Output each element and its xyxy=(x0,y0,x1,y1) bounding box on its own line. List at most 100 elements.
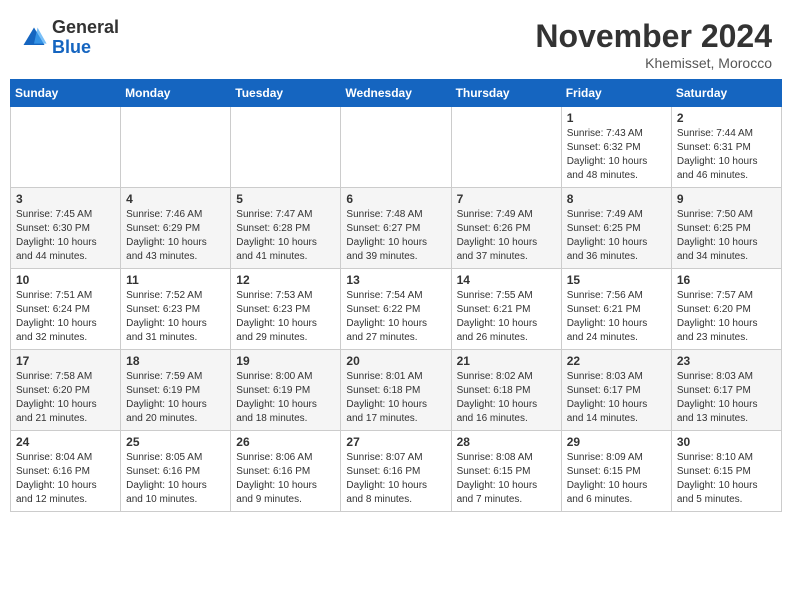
day-number: 21 xyxy=(457,354,556,368)
day-number: 24 xyxy=(16,435,115,449)
calendar-cell xyxy=(231,107,341,188)
page-header: General Blue November 2024 Khemisset, Mo… xyxy=(10,10,782,75)
calendar-cell: 30 Sunrise: 8:10 AMSunset: 6:15 PMDayligh… xyxy=(671,431,781,512)
calendar-week-row: 1 Sunrise: 7:43 AMSunset: 6:32 PMDaylight… xyxy=(11,107,782,188)
calendar-cell: 23 Sunrise: 8:03 AMSunset: 6:17 PMDayligh… xyxy=(671,350,781,431)
calendar-cell: 7 Sunrise: 7:49 AMSunset: 6:26 PMDaylight… xyxy=(451,188,561,269)
day-number: 12 xyxy=(236,273,335,287)
weekday-header: Saturday xyxy=(671,80,781,107)
day-number: 3 xyxy=(16,192,115,206)
calendar-cell: 28 Sunrise: 8:08 AMSunset: 6:15 PMDayligh… xyxy=(451,431,561,512)
day-info: Sunrise: 7:50 AMSunset: 6:25 PMDaylight:… xyxy=(677,208,776,264)
calendar-cell xyxy=(341,107,451,188)
weekday-header: Friday xyxy=(561,80,671,107)
day-info: Sunrise: 8:08 AMSunset: 6:15 PMDaylight:… xyxy=(457,451,556,507)
calendar-cell: 25 Sunrise: 8:05 AMSunset: 6:16 PMDayligh… xyxy=(121,431,231,512)
calendar-week-row: 17 Sunrise: 7:58 AMSunset: 6:20 PMDayligh… xyxy=(11,350,782,431)
calendar-cell: 16Sunrise: 7:57 AMSunset: 6:20 PMDayligh… xyxy=(671,269,781,350)
calendar-cell: 19Sunrise: 8:00 AMSunset: 6:19 PMDayligh… xyxy=(231,350,341,431)
day-number: 23 xyxy=(677,354,776,368)
day-info: Sunrise: 8:05 AMSunset: 6:16 PMDaylight:… xyxy=(126,451,225,507)
day-info: Sunrise: 7:53 AMSunset: 6:23 PMDaylight:… xyxy=(236,289,335,345)
day-number: 14 xyxy=(457,273,556,287)
day-info: Sunrise: 7:54 AMSunset: 6:22 PMDaylight:… xyxy=(346,289,445,345)
weekday-header: Sunday xyxy=(11,80,121,107)
day-number: 7 xyxy=(457,192,556,206)
calendar-week-row: 24 Sunrise: 8:04 AMSunset: 6:16 PMDayligh… xyxy=(11,431,782,512)
month-title: November 2024 xyxy=(535,18,772,55)
day-number: 2 xyxy=(677,111,776,125)
day-number: 20 xyxy=(346,354,445,368)
day-info: Sunrise: 7:49 AMSunset: 6:25 PMDaylight:… xyxy=(567,208,666,264)
day-number: 13 xyxy=(346,273,445,287)
calendar-cell: 24 Sunrise: 8:04 AMSunset: 6:16 PMDayligh… xyxy=(11,431,121,512)
calendar-cell: 22Sunrise: 8:03 AMSunset: 6:17 PMDayligh… xyxy=(561,350,671,431)
day-info: Sunrise: 7:48 AMSunset: 6:27 PMDaylight:… xyxy=(346,208,445,264)
day-number: 29 xyxy=(567,435,666,449)
calendar-cell: 4Sunrise: 7:46 AMSunset: 6:29 PMDaylight… xyxy=(121,188,231,269)
day-info: Sunrise: 8:00 AMSunset: 6:19 PMDaylight:… xyxy=(236,370,335,426)
day-info: Sunrise: 7:59 AMSunset: 6:19 PMDaylight:… xyxy=(126,370,225,426)
calendar-cell xyxy=(121,107,231,188)
day-number: 27 xyxy=(346,435,445,449)
calendar-cell: 9 Sunrise: 7:50 AMSunset: 6:25 PMDaylight… xyxy=(671,188,781,269)
day-number: 17 xyxy=(16,354,115,368)
day-info: Sunrise: 8:01 AMSunset: 6:18 PMDaylight:… xyxy=(346,370,445,426)
day-number: 5 xyxy=(236,192,335,206)
weekday-header: Wednesday xyxy=(341,80,451,107)
calendar-cell: 27 Sunrise: 8:07 AMSunset: 6:16 PMDayligh… xyxy=(341,431,451,512)
calendar-cell: 5 Sunrise: 7:47 AMSunset: 6:28 PMDaylight… xyxy=(231,188,341,269)
day-info: Sunrise: 7:46 AMSunset: 6:29 PMDaylight:… xyxy=(126,208,225,264)
day-info: Sunrise: 7:44 AMSunset: 6:31 PMDaylight:… xyxy=(677,127,776,183)
day-number: 18 xyxy=(126,354,225,368)
calendar-cell: 2 Sunrise: 7:44 AMSunset: 6:31 PMDaylight… xyxy=(671,107,781,188)
calendar-cell xyxy=(11,107,121,188)
day-number: 6 xyxy=(346,192,445,206)
calendar-cell: 20 Sunrise: 8:01 AMSunset: 6:18 PMDayligh… xyxy=(341,350,451,431)
weekday-header: Monday xyxy=(121,80,231,107)
day-number: 10 xyxy=(16,273,115,287)
calendar-cell: 11Sunrise: 7:52 AMSunset: 6:23 PMDayligh… xyxy=(121,269,231,350)
day-number: 28 xyxy=(457,435,556,449)
day-info: Sunrise: 8:03 AMSunset: 6:17 PMDaylight:… xyxy=(677,370,776,426)
day-number: 15 xyxy=(567,273,666,287)
logo-text: General Blue xyxy=(52,18,119,58)
calendar-cell: 18 Sunrise: 7:59 AMSunset: 6:19 PMDayligh… xyxy=(121,350,231,431)
day-info: Sunrise: 8:10 AMSunset: 6:15 PMDaylight:… xyxy=(677,451,776,507)
day-number: 11 xyxy=(126,273,225,287)
calendar-table: SundayMondayTuesdayWednesdayThursdayFrid… xyxy=(10,79,782,512)
day-info: Sunrise: 7:49 AMSunset: 6:26 PMDaylight:… xyxy=(457,208,556,264)
day-number: 30 xyxy=(677,435,776,449)
calendar-cell: 10 Sunrise: 7:51 AMSunset: 6:24 PMDayligh… xyxy=(11,269,121,350)
day-info: Sunrise: 8:09 AMSunset: 6:15 PMDaylight:… xyxy=(567,451,666,507)
day-info: Sunrise: 8:07 AMSunset: 6:16 PMDaylight:… xyxy=(346,451,445,507)
calendar-cell: 1 Sunrise: 7:43 AMSunset: 6:32 PMDaylight… xyxy=(561,107,671,188)
calendar-cell: 13 Sunrise: 7:54 AMSunset: 6:22 PMDayligh… xyxy=(341,269,451,350)
calendar-cell: 6 Sunrise: 7:48 AMSunset: 6:27 PMDaylight… xyxy=(341,188,451,269)
day-number: 8 xyxy=(567,192,666,206)
calendar-cell: 17 Sunrise: 7:58 AMSunset: 6:20 PMDayligh… xyxy=(11,350,121,431)
calendar-week-row: 10 Sunrise: 7:51 AMSunset: 6:24 PMDayligh… xyxy=(11,269,782,350)
day-number: 25 xyxy=(126,435,225,449)
calendar-cell: 26 Sunrise: 8:06 AMSunset: 6:16 PMDayligh… xyxy=(231,431,341,512)
day-info: Sunrise: 8:02 AMSunset: 6:18 PMDaylight:… xyxy=(457,370,556,426)
calendar-cell: 15 Sunrise: 7:56 AMSunset: 6:21 PMDayligh… xyxy=(561,269,671,350)
day-info: Sunrise: 7:56 AMSunset: 6:21 PMDaylight:… xyxy=(567,289,666,345)
calendar-header-row: SundayMondayTuesdayWednesdayThursdayFrid… xyxy=(11,80,782,107)
day-info: Sunrise: 7:58 AMSunset: 6:20 PMDaylight:… xyxy=(16,370,115,426)
day-info: Sunrise: 7:55 AMSunset: 6:21 PMDaylight:… xyxy=(457,289,556,345)
day-number: 1 xyxy=(567,111,666,125)
day-number: 26 xyxy=(236,435,335,449)
title-block: November 2024 Khemisset, Morocco xyxy=(535,18,772,71)
calendar-week-row: 3 Sunrise: 7:45 AMSunset: 6:30 PMDaylight… xyxy=(11,188,782,269)
day-info: Sunrise: 7:47 AMSunset: 6:28 PMDaylight:… xyxy=(236,208,335,264)
logo: General Blue xyxy=(20,18,119,58)
day-info: Sunrise: 7:43 AMSunset: 6:32 PMDaylight:… xyxy=(567,127,666,183)
day-info: Sunrise: 8:06 AMSunset: 6:16 PMDaylight:… xyxy=(236,451,335,507)
day-info: Sunrise: 8:04 AMSunset: 6:16 PMDaylight:… xyxy=(16,451,115,507)
day-info: Sunrise: 7:45 AMSunset: 6:30 PMDaylight:… xyxy=(16,208,115,264)
day-info: Sunrise: 7:51 AMSunset: 6:24 PMDaylight:… xyxy=(16,289,115,345)
weekday-header: Thursday xyxy=(451,80,561,107)
day-number: 9 xyxy=(677,192,776,206)
calendar-cell: 3 Sunrise: 7:45 AMSunset: 6:30 PMDaylight… xyxy=(11,188,121,269)
